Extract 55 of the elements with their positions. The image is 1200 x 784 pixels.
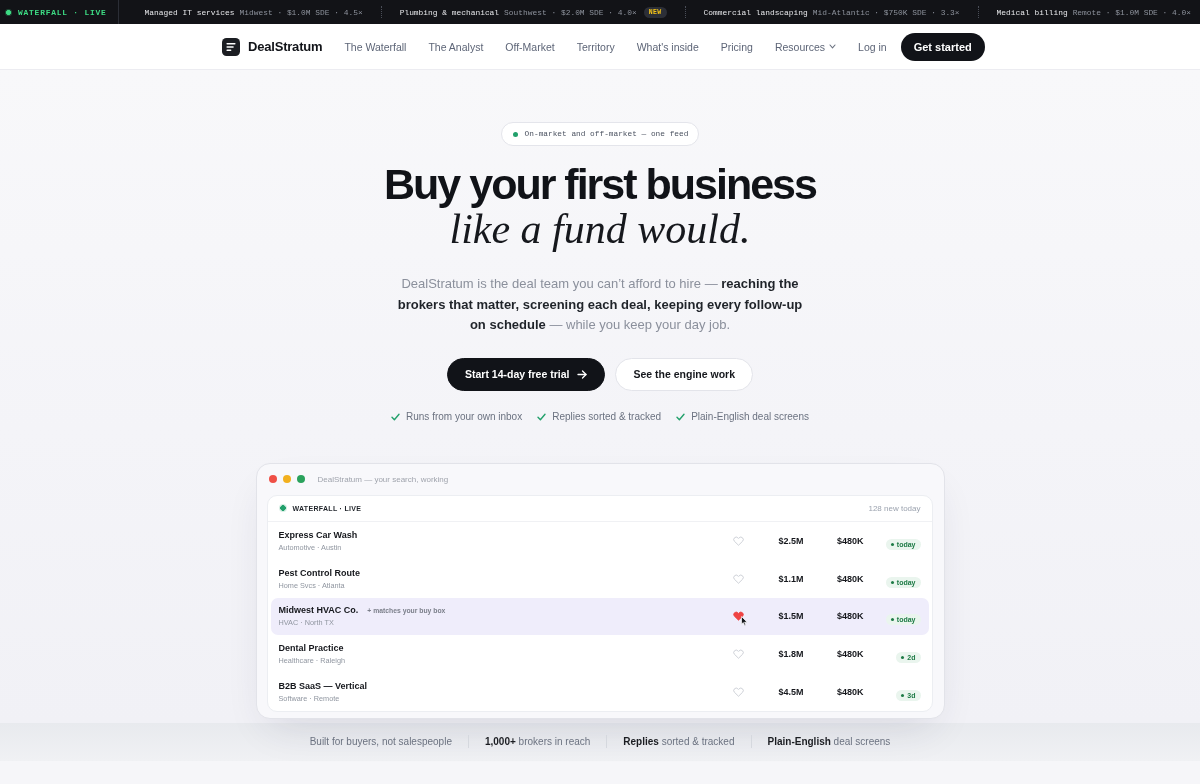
brand-name[interactable]: DealStratum [248, 39, 323, 54]
proof-point: 1,000+ brokers in reach [484, 736, 591, 747]
hero-description: DealStratum is the deal team you can’t afford to hire — reaching the brokers that matter, screening each deal, keeping every follow-up on schedule — while you keep your day job. [396, 275, 804, 334]
check-icon [391, 412, 400, 421]
deal-name: Dental Practice [278, 643, 344, 654]
nav-dropdown[interactable]: Resources [774, 40, 837, 53]
check-icon [676, 412, 686, 421]
deal-name: B2B SaaS — Vertical [278, 680, 368, 691]
feature-text: Replies sorted & tracked [552, 411, 662, 422]
status-dot-icon [512, 131, 518, 137]
chevron-down-icon [829, 44, 837, 49]
asking-price: $1.5M [778, 611, 804, 622]
nav-link[interactable]: Pricing [720, 40, 753, 53]
login-link[interactable]: Log in [858, 40, 887, 53]
feature-text: Runs from your own inbox [406, 411, 523, 422]
hero-headline: Buy your first business [384, 162, 816, 207]
cash-flow: $480K [836, 611, 864, 622]
status-dot-icon [890, 618, 894, 622]
logo-icon[interactable] [222, 37, 240, 56]
hero-headline-accent: like a fund would. [449, 207, 751, 252]
new-count: 128 new today [868, 503, 921, 513]
deal-name: Pest Control Route [278, 567, 360, 578]
get-started-button[interactable]: Get started [900, 32, 985, 61]
asking-price: $1.8M [778, 649, 804, 660]
status-dot-icon [890, 580, 894, 584]
cursor-icon [740, 616, 748, 627]
nav-link[interactable]: Territory [576, 40, 615, 53]
nav-link[interactable]: Off-Market [505, 40, 555, 53]
window-title: DealStratum — your search, working [317, 474, 449, 484]
asking-price: $4.5M [778, 686, 804, 697]
status-dot-icon [901, 693, 905, 697]
heart-icon[interactable] [733, 611, 744, 622]
see-engine-button[interactable]: See the engine work [615, 357, 753, 391]
arrow-right-icon [577, 369, 588, 379]
cash-flow: $480K [836, 573, 864, 584]
status-dot-icon [901, 656, 905, 660]
nav-link[interactable]: What's inside [636, 40, 699, 53]
cash-flow: $480K [836, 536, 864, 547]
live-status-icon [278, 504, 287, 512]
feature-text: Plain-English deal screens [691, 411, 809, 422]
deal-name: Express Car Wash [278, 530, 358, 541]
check-icon [537, 412, 547, 421]
cash-flow: $480K [836, 686, 864, 697]
start-trial-button[interactable]: Start 14-day free trial [447, 357, 606, 391]
nav-link[interactable]: The Analyst [428, 40, 484, 53]
live-status-icon [5, 8, 12, 16]
proof-point: Replies sorted & tracked [623, 736, 735, 747]
proof-point: Plain-English deal screens [767, 736, 891, 747]
nav-link[interactable]: The Waterfall [344, 40, 407, 53]
proof-point: Built for buyers, not salespeople [309, 736, 452, 747]
asking-price: $1.1M [778, 573, 804, 584]
status-dot-icon [890, 543, 894, 547]
deal-name: Midwest HVAC Co. [278, 605, 359, 616]
asking-price: $2.5M [778, 536, 804, 547]
cash-flow: $480K [836, 649, 864, 660]
